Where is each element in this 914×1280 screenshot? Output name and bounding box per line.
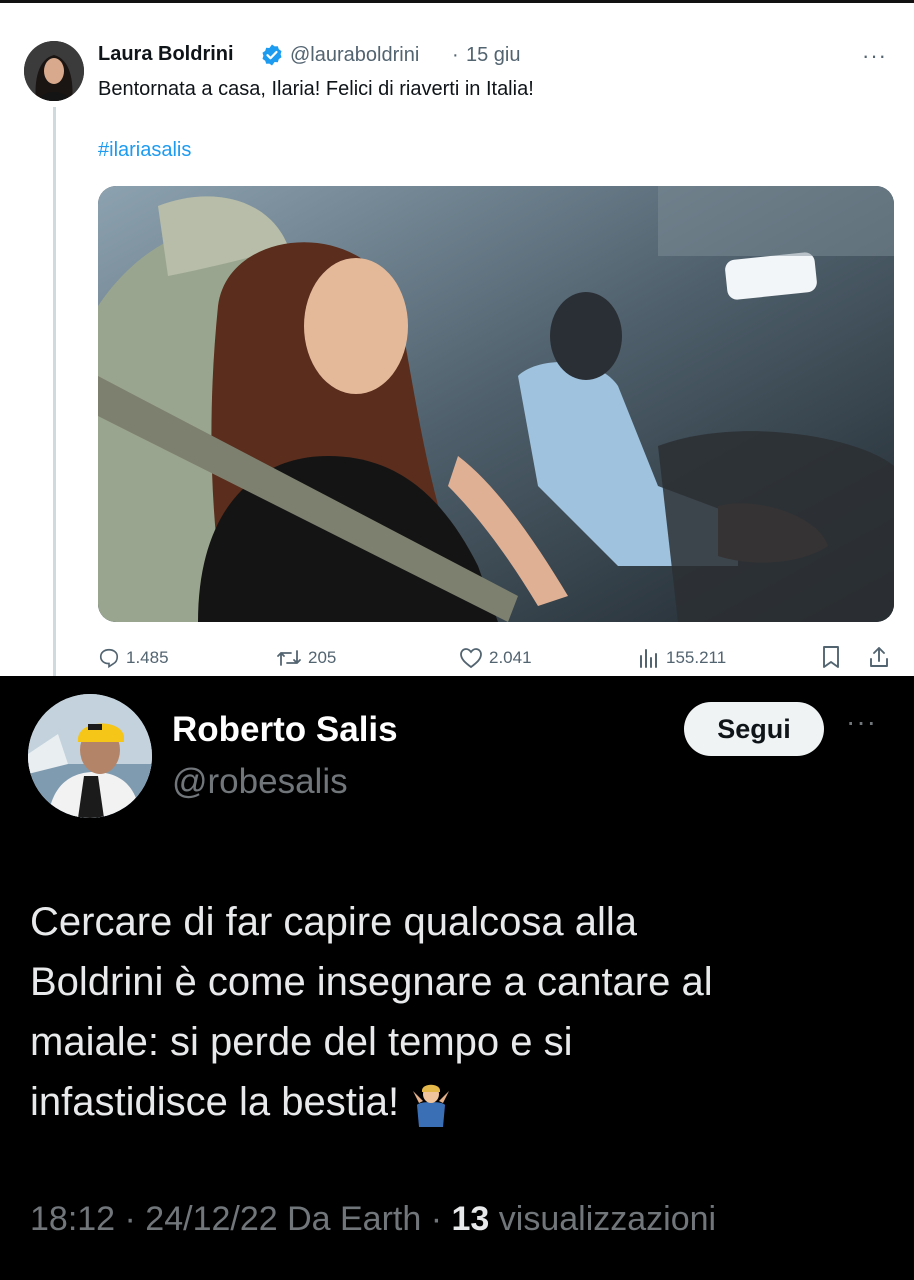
retweet-button[interactable]: 205 [276,643,336,673]
man-shrugging-emoji-icon [413,1085,450,1128]
tweet-text: Bentornata a casa, Ilaria! Felici di ria… [98,78,534,100]
like-count: 2.041 [489,648,532,667]
views-count: 13 [451,1200,490,1238]
tweet-text-line: infastidisce la bestia! [30,1080,400,1124]
tweet-photo[interactable] [98,186,894,622]
avatar-laura-boldrini[interactable] [24,41,84,101]
more-options-icon[interactable]: ··· [862,43,887,69]
like-button[interactable]: 2.041 [459,643,532,673]
quoted-tweet-light: Laura Boldrini @lauraboldrini · 15 giu ·… [0,0,914,679]
views-count: 155.211 [666,648,727,667]
separator-dot: · [452,44,459,66]
avatar-roberto-salis[interactable] [28,694,152,818]
hashtag-link[interactable]: #ilariasalis [98,139,191,162]
verified-badge-icon [262,44,282,66]
tweet-text: Cercare di far capire qualcosa alla Bold… [30,892,880,1132]
tweet-meta: 18:12 · 24/12/22 Da Earth · 13 visualizz… [30,1200,716,1239]
reply-count: 1.485 [126,648,169,667]
share-icon[interactable] [868,645,890,669]
reply-icon [99,648,119,669]
tweet-dark: Roberto Salis @robesalis Segui ··· Cerca… [0,676,914,1280]
bookmark-icon[interactable] [820,645,842,669]
follow-button[interactable]: Segui [684,702,824,756]
author-name[interactable]: Laura Boldrini [98,43,234,66]
tweet-text-line: maiale: si perde del tempo e si [30,1020,573,1064]
heart-icon [460,648,482,669]
analytics-icon [640,649,657,668]
author-handle[interactable]: @lauraboldrini [290,44,419,67]
reply-button[interactable]: 1.485 [98,643,169,673]
timestamp-source[interactable]: 18:12 · 24/12/22 Da Earth · [30,1200,442,1238]
views-button[interactable]: 155.211 [638,643,726,673]
retweet-count: 205 [308,648,337,667]
thread-line [53,107,56,679]
author-handle[interactable]: @robesalis [172,762,348,802]
tweet-text-line-last: infastidisce la bestia! [30,1072,880,1132]
tweet-text-line: Cercare di far capire qualcosa alla [30,900,637,944]
author-name[interactable]: Roberto Salis [172,710,398,750]
views-label: visualizzazioni [498,1200,717,1238]
more-options-icon[interactable]: ··· [846,706,877,738]
tweet-text-line: Boldrini è come insegnare a cantare al [30,960,713,1004]
retweet-icon [277,650,301,666]
tweet-date[interactable]: 15 giu [466,44,521,67]
